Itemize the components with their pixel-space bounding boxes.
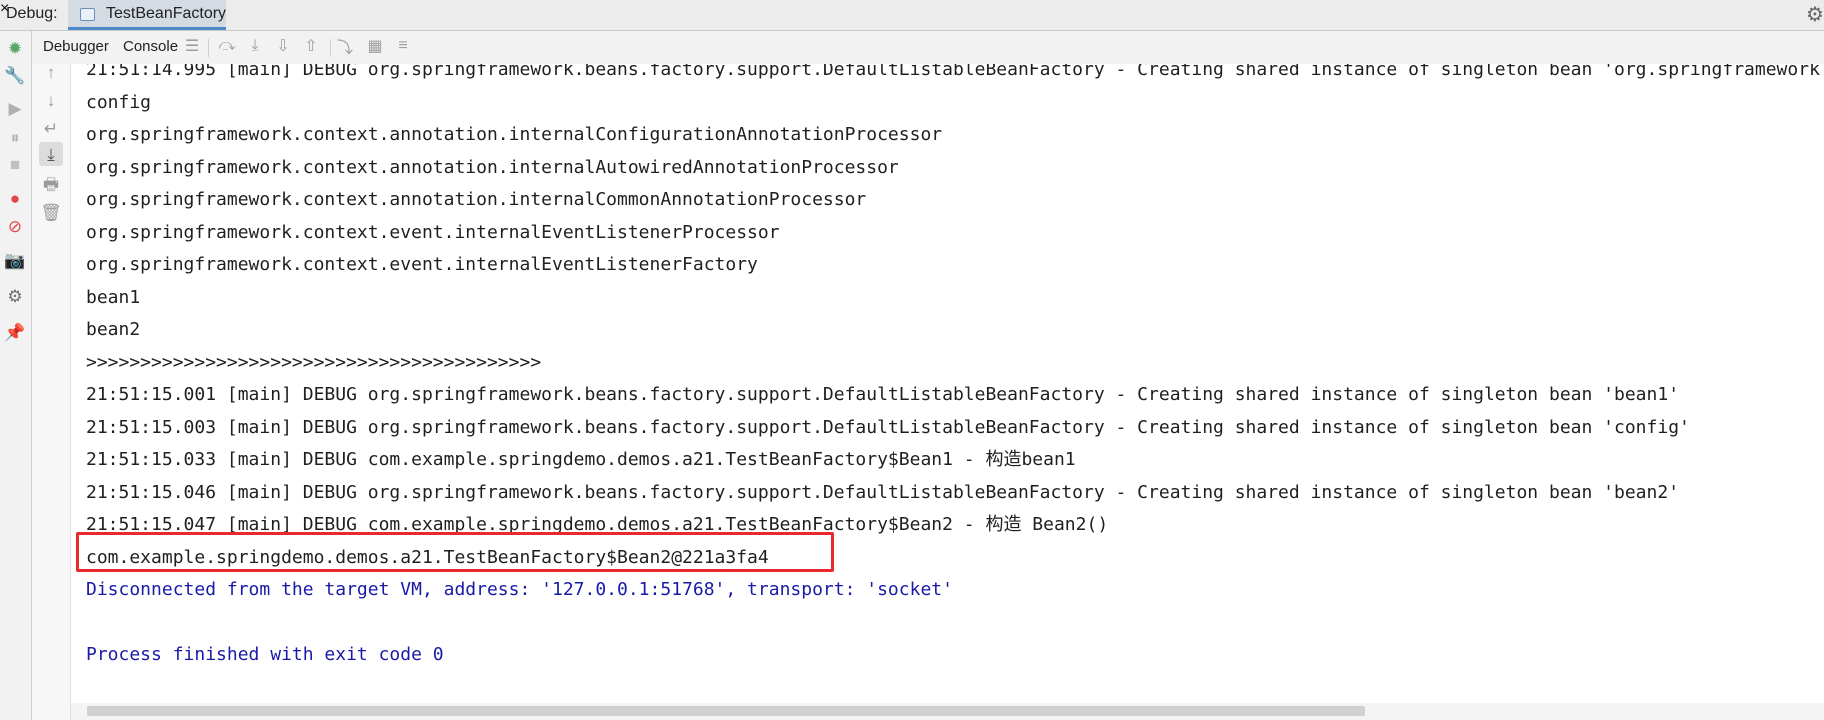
mute-breakpoints-icon[interactable]: ⊘ — [4, 215, 26, 237]
print-icon[interactable]: 🖶 — [39, 172, 63, 196]
scroll-down-icon[interactable]: ↓ — [39, 88, 63, 112]
console-line: org.springframework.context.annotation.i… — [86, 156, 899, 178]
console-line: 21:51:15.001 [main] DEBUG org.springfram… — [86, 384, 1680, 405]
run-to-cursor-icon[interactable]: ⤵ — [334, 35, 356, 57]
console-line: Disconnected from the target VM, address… — [86, 579, 953, 600]
tab-test-bean-factory[interactable]: TestBeanFactory — [68, 0, 226, 30]
console-line: 21:51:15.003 [main] DEBUG org.springfram… — [86, 416, 1690, 438]
stop-icon[interactable]: ■ — [4, 153, 26, 175]
console-line: >>>>>>>>>>>>>>>>>>>>>>>>>>>>>>>>>>>>>>>>… — [86, 351, 542, 373]
console-line: org.springframework.context.event.intern… — [86, 221, 780, 243]
camera-icon[interactable]: 📷 — [4, 249, 26, 271]
step-into-icon[interactable]: ⇩ — [272, 35, 294, 57]
scrollbar-thumb[interactable] — [87, 706, 1365, 716]
clear-all-icon[interactable]: 🗑 — [39, 200, 63, 224]
console-line: org.springframework.context.event.intern… — [86, 254, 758, 275]
debug-actions-toolbar: ✹ 🔧 ▶ ⏸ ■ ● ⊘ 📷 ⚙ 📌 — [0, 31, 32, 720]
step-over-icon[interactable]: ⤓ — [244, 35, 266, 57]
debug-tool-window-header: Debug: TestBeanFactory × ⚙ — [0, 0, 1824, 31]
console-line: 21:51:15.047 [main] DEBUG com.example.sp… — [86, 514, 1109, 535]
console-line: org.springframework.context.annotation.i… — [86, 124, 943, 145]
trace-icon[interactable]: ≡ — [392, 35, 414, 57]
console-line: config — [86, 91, 152, 113]
console-line: com.example.springdemo.demos.a21.TestBea… — [86, 546, 769, 568]
tab-label: TestBeanFactory — [106, 5, 227, 22]
evaluate-expression-icon[interactable]: ▦ — [364, 35, 386, 57]
resume-icon[interactable]: ▶ — [4, 97, 26, 119]
debug-subtabs: Debugger Console ☰ ⤼ ⤓ ⇩ ⇧ ⤵ ▦ ≡ — [32, 31, 1824, 65]
console-line: Process finished with exit code 0 — [86, 644, 444, 665]
show-execution-point-icon[interactable]: ⤼ — [216, 35, 238, 57]
toolbar-separator — [330, 39, 331, 57]
toolbar-separator — [208, 39, 209, 57]
pin-icon[interactable]: 📌 — [4, 321, 26, 343]
wrench-icon[interactable]: 🔧 — [4, 64, 26, 86]
pause-icon[interactable]: ⏸ — [4, 126, 26, 148]
console-actions-toolbar: ↑ ↓ ↵ ⤓ 🖶 🗑 — [32, 64, 71, 720]
console-line: 21:51:14.995 [main] DEBUG org.springfram… — [86, 64, 1824, 80]
console-line: bean2 — [86, 319, 141, 340]
run-config-icon — [80, 8, 95, 21]
step-out-icon[interactable]: ⇧ — [300, 35, 322, 57]
console-line: 21:51:15.033 [main] DEBUG com.example.sp… — [86, 449, 1076, 470]
scroll-to-end-icon[interactable]: ⤓ — [39, 142, 63, 166]
scroll-up-icon[interactable]: ↑ — [39, 60, 63, 84]
layout-menu-icon[interactable]: ☰ — [181, 35, 203, 57]
tab-console[interactable]: Console — [123, 38, 178, 55]
gear-icon[interactable]: ⚙ — [1806, 2, 1824, 27]
soft-wrap-icon[interactable]: ↵ — [39, 116, 63, 140]
console-line: org.springframework.context.annotation.i… — [86, 189, 867, 210]
view-breakpoints-icon[interactable]: ● — [4, 187, 26, 209]
console-output[interactable]: 21:51:14.995 [main] DEBUG org.springfram… — [71, 64, 1824, 704]
horizontal-scrollbar[interactable] — [71, 703, 1824, 720]
tab-debugger[interactable]: Debugger — [43, 38, 109, 55]
settings-icon[interactable]: ⚙ — [4, 285, 26, 307]
console-line: bean1 — [86, 286, 141, 308]
console-lines: 21:51:14.995 [main] DEBUG org.springfram… — [86, 64, 1824, 672]
console-line: 21:51:15.046 [main] DEBUG org.springfram… — [86, 481, 1680, 503]
debug-bug-icon[interactable]: ✹ — [4, 37, 26, 59]
debug-title: Debug: — [6, 5, 58, 22]
